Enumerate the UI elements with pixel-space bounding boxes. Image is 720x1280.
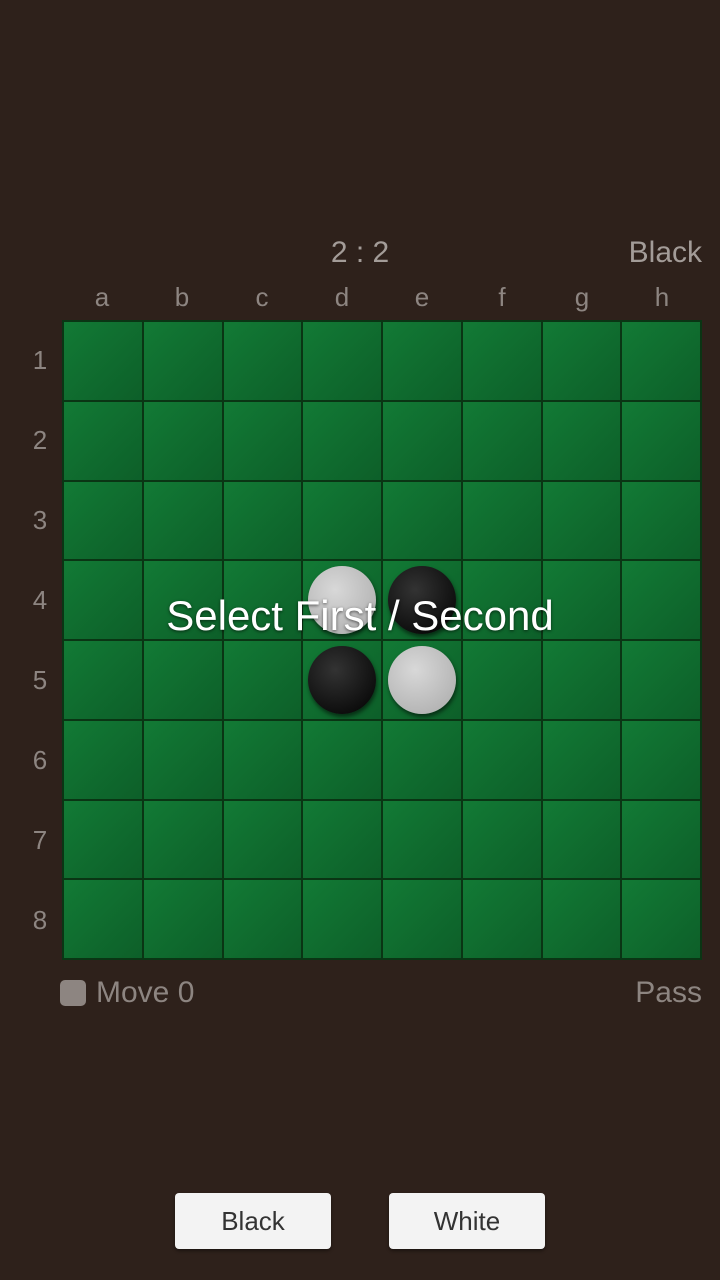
black-piece <box>308 646 376 714</box>
black-button[interactable]: Black <box>175 1193 331 1249</box>
move-indicator: Move 0 <box>60 976 194 1010</box>
board-cell[interactable] <box>303 641 381 719</box>
board-cell[interactable] <box>383 561 461 639</box>
board-cell[interactable] <box>463 641 541 719</box>
board-cell[interactable] <box>303 880 381 958</box>
board-cell[interactable] <box>463 402 541 480</box>
col-label-h: h <box>622 282 702 313</box>
move-label: Move 0 <box>96 976 194 1010</box>
board-cell[interactable] <box>303 482 381 560</box>
board-cell[interactable] <box>64 721 142 799</box>
row-label-7: 7 <box>24 800 56 880</box>
game-container: 2 : 2 Black a b c d e f g h 1 2 3 4 5 6 … <box>0 0 720 1280</box>
col-label-d: d <box>302 282 382 313</box>
board-cell[interactable] <box>622 641 700 719</box>
board-cell[interactable] <box>383 801 461 879</box>
board-cell[interactable] <box>622 561 700 639</box>
board-cell[interactable] <box>144 641 222 719</box>
board-cell[interactable] <box>64 561 142 639</box>
board-cell[interactable] <box>64 482 142 560</box>
board-cell[interactable] <box>383 482 461 560</box>
board-cell[interactable] <box>383 721 461 799</box>
col-label-f: f <box>462 282 542 313</box>
board-cell[interactable] <box>463 801 541 879</box>
board-cell[interactable] <box>144 482 222 560</box>
col-label-e: e <box>382 282 462 313</box>
board-cell[interactable] <box>543 641 621 719</box>
turn-label: Black <box>629 236 702 270</box>
board-cell[interactable] <box>224 880 302 958</box>
board-cell[interactable] <box>144 561 222 639</box>
board-cell[interactable] <box>64 880 142 958</box>
board-cell[interactable] <box>303 801 381 879</box>
board-cell[interactable] <box>543 801 621 879</box>
board-cell[interactable] <box>224 561 302 639</box>
board-cell[interactable] <box>622 880 700 958</box>
board-cell[interactable] <box>622 322 700 400</box>
col-label-c: c <box>222 282 302 313</box>
board-cell[interactable] <box>543 322 621 400</box>
board-cell[interactable] <box>383 322 461 400</box>
board-cell[interactable] <box>543 482 621 560</box>
board-cell[interactable] <box>224 721 302 799</box>
board-cell[interactable] <box>64 402 142 480</box>
white-button[interactable]: White <box>389 1193 545 1249</box>
board-cell[interactable] <box>144 880 222 958</box>
board-cell[interactable] <box>224 641 302 719</box>
board-cell[interactable] <box>303 322 381 400</box>
score-label: 2 : 2 <box>331 236 389 270</box>
board-cell[interactable] <box>224 322 302 400</box>
board-cell[interactable] <box>543 402 621 480</box>
move-chip-icon <box>60 980 86 1006</box>
row-labels: 1 2 3 4 5 6 7 8 <box>24 320 56 960</box>
board-cell[interactable] <box>144 721 222 799</box>
board-cell[interactable] <box>463 482 541 560</box>
col-label-g: g <box>542 282 622 313</box>
row-label-2: 2 <box>24 400 56 480</box>
white-piece <box>308 566 376 634</box>
board-cell[interactable] <box>383 880 461 958</box>
row-label-8: 8 <box>24 880 56 960</box>
board-cell[interactable] <box>543 721 621 799</box>
board-cell[interactable] <box>144 801 222 879</box>
board-cell[interactable] <box>543 880 621 958</box>
board-cell[interactable] <box>303 721 381 799</box>
board-cell[interactable] <box>622 721 700 799</box>
column-labels: a b c d e f g h <box>62 282 702 313</box>
board-cell[interactable] <box>64 641 142 719</box>
col-label-b: b <box>142 282 222 313</box>
board-cell[interactable] <box>383 641 461 719</box>
row-label-5: 5 <box>24 640 56 720</box>
board-cell[interactable] <box>224 801 302 879</box>
board-cell[interactable] <box>144 322 222 400</box>
board-cell[interactable] <box>463 721 541 799</box>
board-cell[interactable] <box>463 322 541 400</box>
board-cell[interactable] <box>383 402 461 480</box>
board-cell[interactable] <box>622 482 700 560</box>
game-board[interactable] <box>62 320 702 960</box>
row-label-4: 4 <box>24 560 56 640</box>
move-row: Move 0 Pass <box>0 976 720 1016</box>
row-label-1: 1 <box>24 320 56 400</box>
black-piece <box>388 566 456 634</box>
board-cell[interactable] <box>303 561 381 639</box>
board-cell[interactable] <box>144 402 222 480</box>
board-cell[interactable] <box>224 402 302 480</box>
row-label-6: 6 <box>24 720 56 800</box>
row-label-3: 3 <box>24 480 56 560</box>
pass-button[interactable]: Pass <box>635 976 702 1010</box>
white-piece <box>388 646 456 714</box>
board-cell[interactable] <box>64 322 142 400</box>
board-cell[interactable] <box>64 801 142 879</box>
board-cell[interactable] <box>622 402 700 480</box>
board-cell[interactable] <box>303 402 381 480</box>
board-cell[interactable] <box>463 561 541 639</box>
status-row: 2 : 2 Black <box>0 236 720 276</box>
board-cell[interactable] <box>224 482 302 560</box>
board-cell[interactable] <box>543 561 621 639</box>
board-cell[interactable] <box>622 801 700 879</box>
color-choice-row: Black White <box>0 1193 720 1249</box>
board-cell[interactable] <box>463 880 541 958</box>
col-label-a: a <box>62 282 142 313</box>
